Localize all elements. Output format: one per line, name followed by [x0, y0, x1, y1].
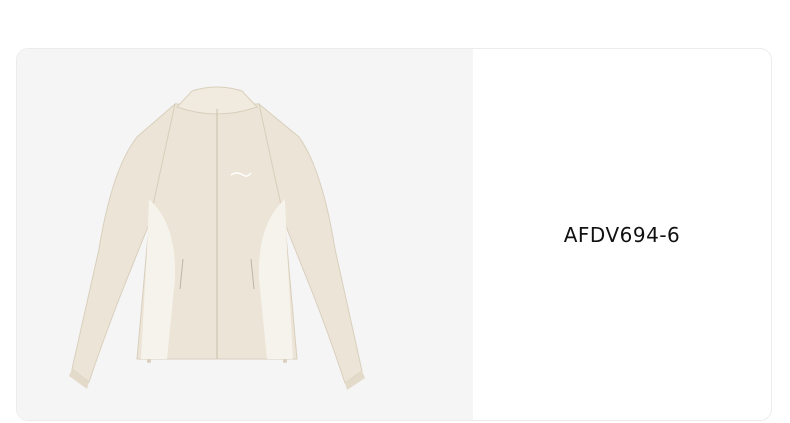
hem-toggle-left: [147, 359, 151, 363]
product-card[interactable]: AFDV694-6: [16, 48, 772, 421]
product-info: AFDV694-6: [473, 49, 771, 420]
product-image[interactable]: [17, 49, 473, 420]
hem-toggle-right: [283, 359, 287, 363]
jacket-illustration: [69, 86, 365, 390]
product-sku: AFDV694-6: [563, 222, 681, 247]
